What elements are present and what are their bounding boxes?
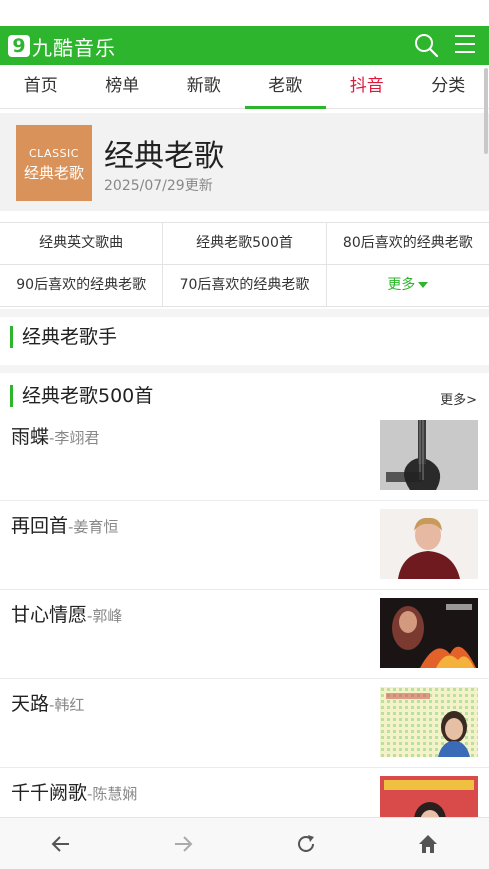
status-time bbox=[10, 4, 14, 19]
category-grid: 经典英文歌曲 经典老歌500首 80后喜欢的经典老歌 90后喜欢的经典老歌 70… bbox=[0, 222, 489, 307]
tab-categories[interactable]: 分类 bbox=[408, 65, 489, 108]
list-item[interactable]: 甘心情愿-郭峰 bbox=[0, 590, 489, 679]
song-title: 雨蝶 bbox=[11, 426, 50, 448]
reload-button[interactable] bbox=[245, 818, 367, 869]
list-item[interactable]: 雨蝶-李翊君 bbox=[0, 412, 489, 501]
menu-icon[interactable] bbox=[455, 35, 475, 55]
browser-toolbar bbox=[0, 817, 489, 869]
page-title: 经典老歌 bbox=[104, 139, 224, 174]
back-button[interactable] bbox=[0, 818, 122, 869]
logo-text: 九酷音乐 bbox=[32, 35, 116, 60]
song-thumbnail bbox=[380, 687, 478, 757]
system-icons bbox=[453, 4, 461, 18]
song-title: 甘心情愿 bbox=[11, 604, 88, 626]
search-icon[interactable] bbox=[413, 32, 439, 58]
category-more-button[interactable]: 更多 bbox=[327, 265, 489, 306]
song-title: 千千阙歌 bbox=[11, 782, 88, 804]
song-artist: -陈慧娴 bbox=[87, 785, 138, 803]
update-date: 2025/07/29更新 bbox=[104, 178, 213, 194]
app-header: 9 九酷音乐 bbox=[0, 26, 489, 65]
category-english-classics[interactable]: 经典英文歌曲 bbox=[0, 223, 164, 264]
caret-down-icon bbox=[418, 282, 429, 288]
cover-caption-en: CLASSIC bbox=[29, 147, 79, 160]
main-nav: 首页 榜单 新歌 老歌 抖音 分类 bbox=[0, 65, 489, 109]
tab-douyin[interactable]: 抖音 bbox=[326, 65, 408, 108]
category-500-classics[interactable]: 经典老歌500首 bbox=[163, 223, 327, 264]
song-title: 再回首 bbox=[11, 515, 69, 537]
song-artist: -李翊君 bbox=[49, 429, 100, 447]
logo-mark: 9 bbox=[8, 35, 30, 57]
list-item[interactable]: 天路-韩红 bbox=[0, 679, 489, 768]
arrow-right-icon bbox=[175, 835, 193, 852]
more-label: 更多 bbox=[387, 277, 416, 293]
status-bar bbox=[0, 0, 489, 26]
song-thumbnail bbox=[380, 598, 478, 668]
list-item[interactable]: 再回首-姜育恒 bbox=[0, 501, 489, 590]
site-logo[interactable]: 9 九酷音乐 bbox=[8, 33, 116, 60]
scrollbar[interactable] bbox=[484, 68, 488, 154]
category-70s-classics[interactable]: 70后喜欢的经典老歌 bbox=[163, 265, 327, 306]
tab-old-songs[interactable]: 老歌 bbox=[244, 65, 327, 109]
forward-button[interactable] bbox=[122, 818, 244, 869]
album-cover: CLASSIC 经典老歌 bbox=[16, 125, 92, 201]
home-icon bbox=[418, 834, 437, 853]
divider bbox=[0, 309, 489, 317]
refresh-icon bbox=[297, 834, 314, 852]
category-90s-classics[interactable]: 90后喜欢的经典老歌 bbox=[0, 265, 164, 306]
song-thumbnail bbox=[380, 420, 478, 490]
song-artist: -姜育恒 bbox=[68, 518, 119, 536]
song-thumbnail bbox=[380, 509, 478, 579]
tab-home[interactable]: 首页 bbox=[0, 65, 82, 108]
tab-new-songs[interactable]: 新歌 bbox=[163, 65, 245, 108]
category-80s-classics[interactable]: 80后喜欢的经典老歌 bbox=[327, 223, 489, 264]
song-title: 天路 bbox=[11, 693, 50, 715]
cover-caption-cn: 经典老歌 bbox=[23, 164, 84, 182]
arrow-left-icon bbox=[51, 835, 70, 852]
section-title-singers[interactable]: 经典老歌手 bbox=[10, 326, 117, 348]
album-header: CLASSIC 经典老歌 经典老歌 2025/07/29更新 bbox=[0, 113, 489, 211]
divider bbox=[0, 365, 489, 373]
tab-charts[interactable]: 榜单 bbox=[82, 65, 164, 108]
song-artist: -韩红 bbox=[49, 696, 85, 714]
song-artist: -郭峰 bbox=[87, 607, 123, 625]
home-button[interactable] bbox=[367, 818, 489, 869]
section-title-classics: 经典老歌500首 bbox=[10, 385, 153, 407]
section-more-link[interactable]: 更多> bbox=[440, 389, 477, 408]
